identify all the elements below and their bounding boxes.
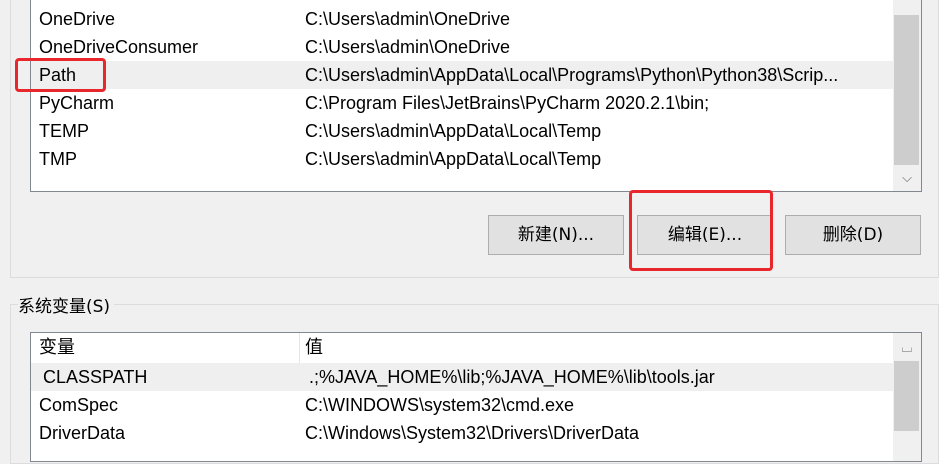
scroll-down-arrow-icon[interactable]: ⌵ — [893, 167, 921, 189]
user-var-value: C:\Users\admin\AppData\Local\Temp — [305, 149, 602, 169]
path-highlight-box — [15, 58, 106, 92]
user-var-value: C:\Users\admin\AppData\Local\Temp — [305, 121, 602, 141]
new-button[interactable]: 新建(N)... — [488, 215, 624, 255]
user-var-value: C:\Program Files\JetBrains\PyCharm 2020.… — [305, 93, 710, 113]
system-var-value: C:\Windows\System32\Drivers\DriverData — [305, 423, 640, 443]
system-list-scroll-thumb[interactable] — [894, 361, 919, 431]
user-var-name: PyCharm — [39, 93, 115, 113]
user-list-scroll-thumb[interactable] — [894, 15, 919, 165]
user-list-scrollbar[interactable]: ⌵ — [893, 0, 921, 191]
system-variables-list[interactable]: 变量 值 CLASSPATH .;%JAVA_HOME%\lib;%JAVA_H… — [30, 332, 922, 462]
system-var-name: ComSpec — [39, 395, 119, 415]
user-var-row-path[interactable]: Path C:\Users\admin\AppData\Local\Progra… — [31, 61, 895, 89]
user-var-value: C:\Users\admin\OneDrive — [305, 9, 511, 29]
system-var-row-comspec[interactable]: ComSpec C:\WINDOWS\system32\cmd.exe — [31, 391, 895, 419]
column-divider[interactable] — [299, 333, 300, 363]
system-variables-label: 系统变量(S) — [18, 292, 115, 317]
user-var-name: TEMP — [39, 121, 90, 141]
header-value[interactable]: 值 — [305, 333, 889, 363]
system-var-row-classpath[interactable]: CLASSPATH .;%JAVA_HOME%\lib;%JAVA_HOME%\… — [31, 363, 895, 391]
user-variables-list[interactable]: OneDrive C:\Users\admin\OneDrive OneDriv… — [30, 0, 922, 192]
user-var-row-onedrive[interactable]: OneDrive C:\Users\admin\OneDrive — [31, 5, 895, 33]
system-var-value: .;%JAVA_HOME%\lib;%JAVA_HOME%\lib\tools.… — [309, 367, 715, 387]
user-var-row-tmp[interactable]: TMP C:\Users\admin\AppData\Local\Temp — [31, 145, 895, 173]
user-var-name: OneDriveConsumer — [39, 37, 199, 57]
user-var-name: OneDrive — [39, 9, 116, 29]
edit-highlight-box — [629, 190, 773, 271]
system-list-scrollbar[interactable]: ⌴ — [893, 333, 921, 461]
user-var-value: C:\Users\admin\OneDrive — [305, 37, 511, 57]
system-var-name: DriverData — [39, 423, 126, 443]
system-list-header: 变量 值 — [31, 333, 895, 364]
system-var-row-driverdata[interactable]: DriverData C:\Windows\System32\Drivers\D… — [31, 419, 895, 447]
user-var-row-temp[interactable]: TEMP C:\Users\admin\AppData\Local\Temp — [31, 117, 895, 145]
user-var-value: C:\Users\admin\AppData\Local\Programs\Py… — [305, 65, 839, 85]
system-var-name: CLASSPATH — [43, 367, 148, 387]
scroll-up-arrow-icon[interactable]: ⌴ — [893, 337, 921, 359]
user-var-row-pycharm[interactable]: PyCharm C:\Program Files\JetBrains\PyCha… — [31, 89, 895, 117]
system-var-value: C:\WINDOWS\system32\cmd.exe — [305, 395, 575, 415]
delete-button[interactable]: 删除(D) — [785, 215, 921, 255]
user-var-row-onedriveconsumer[interactable]: OneDriveConsumer C:\Users\admin\OneDrive — [31, 33, 895, 61]
user-var-name: TMP — [39, 149, 77, 169]
header-variable[interactable]: 变量 — [39, 333, 75, 363]
